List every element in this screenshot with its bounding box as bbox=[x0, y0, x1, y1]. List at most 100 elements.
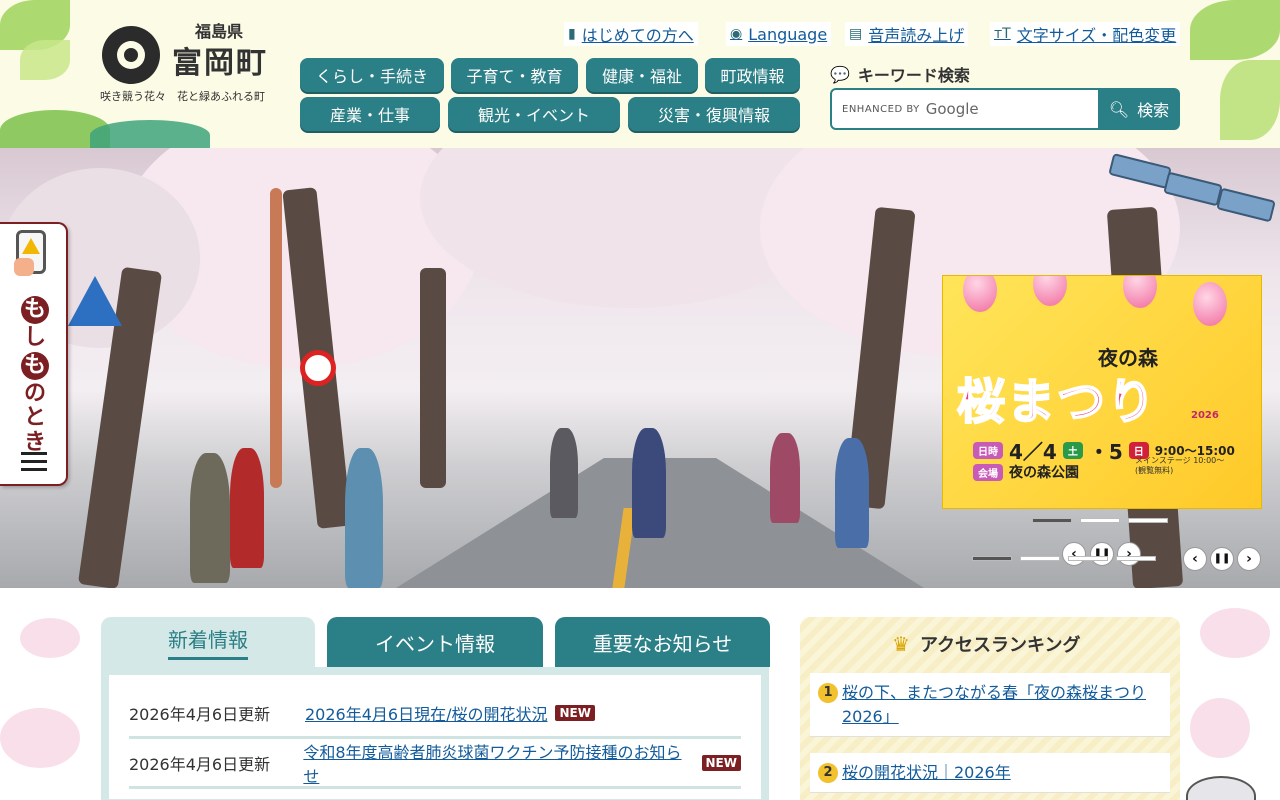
banner-next-button[interactable]: › bbox=[1117, 542, 1141, 566]
tab-important[interactable]: 重要なお知らせ bbox=[555, 617, 770, 667]
town-logo[interactable]: 福島県 富岡町 咲き競う花々 花と緑あふれる町 bbox=[100, 18, 290, 108]
stage-time: メインステージ 10:00〜 bbox=[1135, 456, 1225, 465]
news-list: 2026年4月6日更新 2026年4月6日現在/桜の開花状況 NEW 2026年… bbox=[109, 675, 761, 799]
new-badge: NEW bbox=[701, 754, 741, 771]
banner-title: 桜まつり bbox=[956, 373, 1158, 431]
crown-icon: ♛ bbox=[892, 632, 910, 656]
side-tab-char: し bbox=[23, 325, 46, 350]
ranking-item[interactable]: 2 桜の開花状況｜2026年 bbox=[810, 753, 1170, 793]
globe-icon: ◉ bbox=[730, 26, 743, 42]
leaf-decoration bbox=[1190, 0, 1280, 60]
nav-disaster[interactable]: 災害・復興情報 bbox=[628, 97, 800, 131]
date2-value: ・5 bbox=[1088, 440, 1123, 464]
hero-prev-button[interactable]: ‹ bbox=[1183, 547, 1207, 571]
text-size-icon: ᴛT bbox=[994, 26, 1011, 42]
town-emblem-icon bbox=[102, 26, 160, 84]
utility-pole bbox=[270, 188, 282, 488]
news-link[interactable]: 令和8年度高齢者肺炎球菌ワクチン予防接種のお知らせ bbox=[303, 739, 693, 787]
ranking-link[interactable]: 桜の下、またつながる春「夜の森桜まつり2026」 bbox=[842, 683, 1146, 726]
language-link[interactable]: ◉ Language bbox=[726, 22, 832, 46]
date-label: 日時 bbox=[973, 442, 1003, 459]
banner-dot[interactable] bbox=[1032, 518, 1072, 523]
read-aloud-label: 音声読み上げ bbox=[868, 26, 965, 45]
venue-name: 夜の森公園 bbox=[1009, 465, 1079, 481]
lantern-icon bbox=[1123, 276, 1157, 308]
news-row: 2026年4月6日更新 令和8年度高齢者肺炎球菌ワクチン予防接種のお知らせ NE… bbox=[129, 739, 741, 789]
first-visit-link[interactable]: ▮ はじめての方へ bbox=[564, 22, 698, 46]
tab-events-label: イベント情報 bbox=[375, 631, 495, 656]
petal-decoration bbox=[0, 708, 80, 768]
hill-decoration bbox=[90, 120, 210, 148]
text-size-link[interactable]: ᴛT 文字サイズ・配色変更 bbox=[990, 22, 1181, 46]
nav-town-info[interactable]: 町政情報 bbox=[705, 58, 800, 92]
nav-industry[interactable]: 産業・仕事 bbox=[300, 97, 440, 131]
news-date: 2026年4月6日更新 bbox=[129, 754, 271, 774]
petal-decoration bbox=[20, 618, 80, 658]
access-ranking: ♛ アクセスランキング 1 桜の下、またつながる春「夜の森桜まつり2026」 2… bbox=[800, 617, 1180, 800]
banner-pagination bbox=[1032, 518, 1168, 523]
banner-prev-button[interactable]: ‹ bbox=[1062, 542, 1086, 566]
new-badge: NEW bbox=[555, 704, 595, 721]
pedestrian bbox=[632, 428, 666, 538]
logo-tagline: 咲き競う花々 花と緑あふれる町 bbox=[100, 90, 265, 103]
hero-pagination bbox=[972, 556, 1156, 561]
search-input[interactable]: ENHANCED BY Google bbox=[830, 88, 1100, 130]
hero-dot[interactable] bbox=[972, 556, 1012, 561]
leaf-decoration bbox=[20, 40, 70, 80]
ranking-title: ♛ アクセスランキング bbox=[892, 631, 1081, 657]
search-button[interactable]: 🔍︎ 検索 bbox=[1098, 88, 1180, 130]
ranking-item[interactable]: 1 桜の下、またつながる春「夜の森桜まつり2026」 bbox=[810, 673, 1170, 737]
nav-childcare[interactable]: 子育て・教育 bbox=[451, 58, 578, 92]
emergency-side-tab[interactable]: も し も の と き bbox=[0, 222, 68, 486]
nav-health[interactable]: 健康・福祉 bbox=[586, 58, 698, 92]
news-row: 2026年4月6日更新 2026年4月6日現在/桜の開花状況 NEW bbox=[129, 689, 741, 739]
petal-decoration bbox=[1190, 698, 1250, 758]
rank-number: 1 bbox=[818, 683, 838, 703]
tab-important-label: 重要なお知らせ bbox=[592, 631, 733, 656]
rank-number: 2 bbox=[818, 763, 838, 783]
document-audio-icon: ▤ bbox=[849, 26, 863, 42]
tab-events[interactable]: イベント情報 bbox=[327, 617, 543, 667]
banner-year: 2026 bbox=[1191, 410, 1219, 421]
search-icon: 🔍︎ bbox=[1108, 99, 1130, 119]
ranking-title-text: アクセスランキング bbox=[919, 635, 1081, 656]
keyword-search-text: キーワード検索 bbox=[857, 66, 970, 85]
news-panel: 2026年4月6日更新 2026年4月6日現在/桜の開花状況 NEW 2026年… bbox=[101, 667, 769, 800]
free-note: (観覧無料) bbox=[1135, 465, 1174, 475]
banner-pause-button[interactable]: ❚❚ bbox=[1090, 542, 1114, 566]
read-aloud-link[interactable]: ▤ 音声読み上げ bbox=[845, 22, 969, 46]
nav-tourism[interactable]: 観光・イベント bbox=[448, 97, 620, 131]
bookmark-icon: ▮ bbox=[568, 26, 576, 42]
hero-pause-button[interactable]: ❚❚ bbox=[1210, 547, 1234, 571]
tree-trunk bbox=[420, 268, 446, 488]
site-header: 福島県 富岡町 咲き競う花々 花と緑あふれる町 ▮ はじめての方へ ◉ Lang… bbox=[0, 0, 1280, 148]
side-tab-char: と bbox=[23, 405, 46, 431]
lantern-icon bbox=[1193, 282, 1227, 326]
ranking-link[interactable]: 桜の開花状況｜2026年 bbox=[842, 763, 1011, 782]
pedestrian bbox=[550, 428, 578, 518]
festival-banner[interactable]: 夜の森 桜まつり 2026 日時 4／4 土 ・5 日 9:00〜15:00 メ… bbox=[942, 275, 1262, 509]
search-enhanced-text: ENHANCED BY bbox=[842, 103, 920, 115]
leaf-decoration bbox=[1220, 60, 1280, 140]
news-date: 2026年4月6日更新 bbox=[129, 704, 271, 724]
search-button-label: 検索 bbox=[1137, 101, 1170, 120]
pedestrian bbox=[345, 448, 383, 588]
side-tab-label: も し も の と き bbox=[18, 294, 52, 455]
nav-living[interactable]: くらし・手続き bbox=[300, 58, 444, 92]
hero-next-button[interactable]: › bbox=[1237, 547, 1261, 571]
hero-dot[interactable] bbox=[1020, 556, 1060, 561]
language-label: Language bbox=[748, 24, 828, 44]
banner-dot[interactable] bbox=[1128, 518, 1168, 523]
banner-dot[interactable] bbox=[1080, 518, 1120, 523]
logo-town: 富岡町 bbox=[172, 46, 268, 81]
hero-dot[interactable] bbox=[1116, 556, 1156, 561]
first-visit-label: はじめての方へ bbox=[581, 26, 694, 45]
hamburger-icon[interactable] bbox=[21, 452, 47, 476]
hero-dot[interactable] bbox=[1068, 556, 1108, 561]
tab-news[interactable]: 新着情報 bbox=[101, 617, 315, 667]
venue-label: 会場 bbox=[973, 463, 1003, 481]
side-tab-char: も bbox=[21, 352, 49, 381]
banner-venue: 会場 夜の森公園 bbox=[973, 462, 1079, 482]
news-link[interactable]: 2026年4月6日現在/桜の開花状況 bbox=[305, 701, 547, 725]
train-illustration bbox=[1216, 187, 1276, 223]
